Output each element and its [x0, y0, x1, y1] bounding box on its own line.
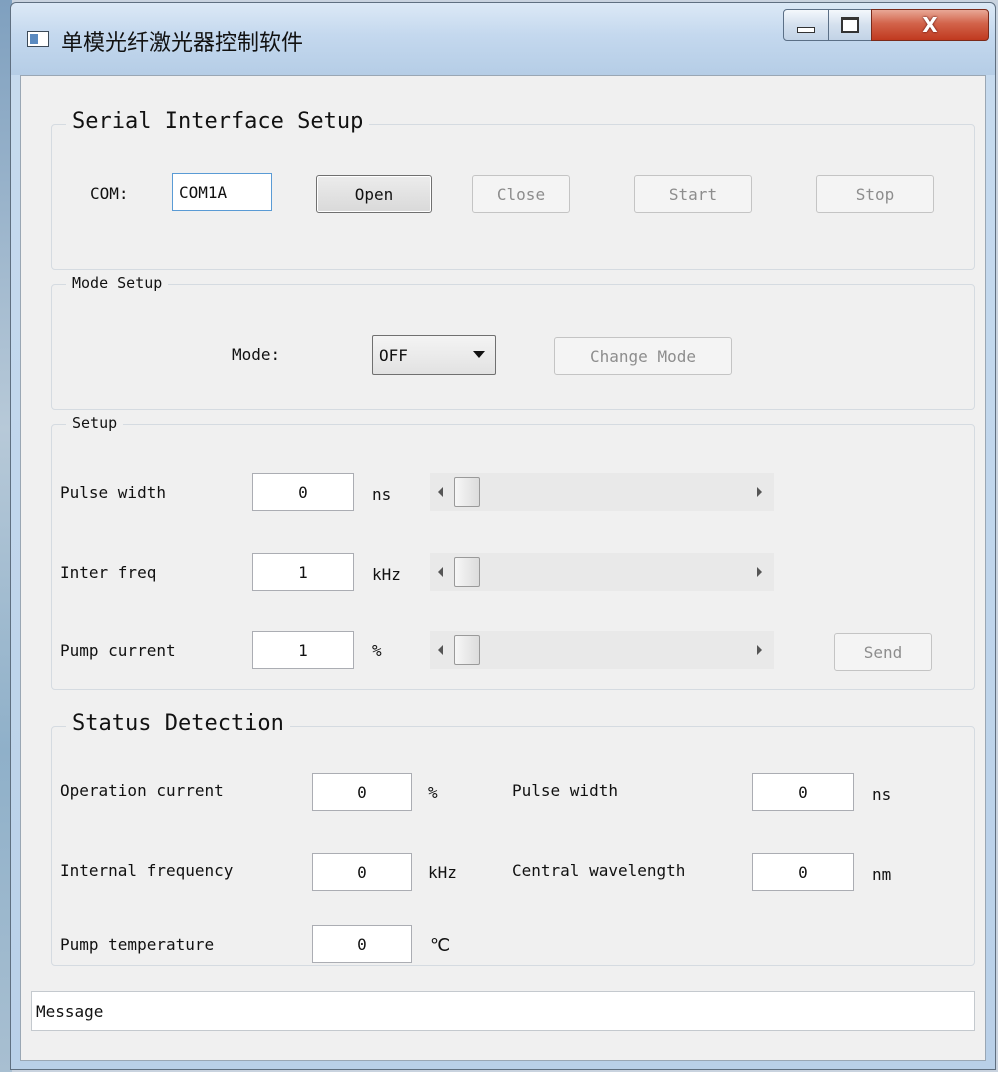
pump-temperature-value: 0 [312, 925, 412, 963]
scroll-right-icon[interactable] [757, 645, 762, 655]
pulse-width-input[interactable]: 0 [252, 473, 354, 511]
scroll-right-icon[interactable] [757, 487, 762, 497]
operation-current-unit: % [428, 783, 438, 802]
status-pulse-width-unit: ns [872, 785, 892, 804]
serial-interface-legend: Serial Interface Setup [66, 109, 370, 134]
central-wavelength-unit: nm [872, 865, 892, 884]
pulse-width-slider[interactable] [430, 473, 774, 511]
stop-button[interactable]: Stop [816, 175, 934, 213]
close-icon: X [922, 13, 938, 37]
pump-current-slider[interactable] [430, 631, 774, 669]
internal-frequency-unit: kHz [428, 863, 457, 882]
pump-current-unit: % [372, 641, 382, 660]
pump-current-label: Pump current [60, 641, 176, 660]
operation-current-label: Operation current [60, 781, 224, 800]
slider-thumb[interactable] [454, 635, 480, 665]
change-mode-button[interactable]: Change Mode [554, 337, 732, 375]
send-button[interactable]: Send [834, 633, 932, 671]
chevron-down-icon [473, 351, 485, 358]
status-pulse-width-label: Pulse width [512, 781, 618, 800]
scroll-left-icon[interactable] [438, 645, 443, 655]
operation-current-value: 0 [312, 773, 412, 811]
close-button[interactable]: Close [472, 175, 570, 213]
slider-thumb[interactable] [454, 477, 480, 507]
pump-current-input[interactable]: 1 [252, 631, 354, 669]
status-pulse-width-value: 0 [752, 773, 854, 811]
pulse-width-unit: ns [372, 485, 392, 504]
mode-select[interactable]: OFF [372, 335, 496, 375]
com-label: COM: [90, 184, 129, 203]
slider-thumb[interactable] [454, 557, 480, 587]
setup-group: Setup Pulse width 0 ns Inter freq 1 kHz … [51, 414, 975, 690]
app-window: 单模光纤激光器控制软件 X Serial Interface Setup COM… [10, 2, 996, 1070]
com-port-input[interactable]: COM1A [172, 173, 272, 211]
pump-temperature-unit: ℃ [430, 935, 451, 956]
mode-selected-value: OFF [379, 345, 408, 365]
scroll-left-icon[interactable] [438, 487, 443, 497]
window-title: 单模光纤激光器控制软件 [61, 31, 304, 56]
setup-legend: Setup [66, 414, 124, 432]
app-icon[interactable] [27, 31, 49, 47]
central-wavelength-value: 0 [752, 853, 854, 891]
open-button[interactable]: Open [316, 175, 432, 213]
internal-frequency-label: Internal frequency [60, 861, 234, 880]
inter-freq-slider[interactable] [430, 553, 774, 591]
message-bar: Message [31, 991, 975, 1031]
mode-setup-group: Mode Setup Mode: OFF Change Mode [51, 274, 975, 410]
minimize-button[interactable] [783, 9, 829, 41]
mode-label: Mode: [232, 345, 281, 364]
inter-freq-label: Inter freq [60, 563, 157, 582]
serial-interface-group: Serial Interface Setup COM: COM1A Open C… [51, 109, 975, 270]
client-area: Serial Interface Setup COM: COM1A Open C… [20, 75, 986, 1061]
title-bar[interactable]: 单模光纤激光器控制软件 X [11, 3, 995, 75]
scroll-right-icon[interactable] [757, 567, 762, 577]
scroll-left-icon[interactable] [438, 567, 443, 577]
start-button[interactable]: Start [634, 175, 752, 213]
maximize-icon [841, 17, 859, 33]
inter-freq-input[interactable]: 1 [252, 553, 354, 591]
inter-freq-unit: kHz [372, 565, 401, 584]
mode-setup-legend: Mode Setup [66, 274, 169, 292]
pump-temperature-label: Pump temperature [60, 935, 215, 954]
pulse-width-label: Pulse width [60, 483, 166, 502]
minimize-icon [797, 27, 815, 33]
status-detection-group: Status Detection Operation current 0 % P… [51, 711, 975, 966]
internal-frequency-value: 0 [312, 853, 412, 891]
maximize-button[interactable] [828, 9, 872, 41]
status-detection-legend: Status Detection [66, 711, 290, 736]
close-window-button[interactable]: X [871, 9, 989, 41]
central-wavelength-label: Central wavelength [512, 861, 686, 880]
